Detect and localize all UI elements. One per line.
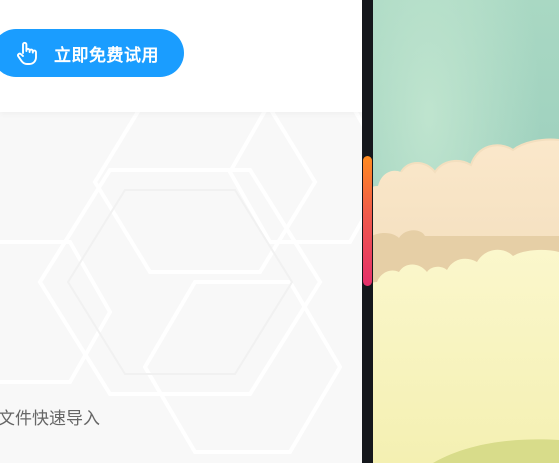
free-trial-button[interactable]: 立即免费试用 [0,29,184,77]
free-trial-label: 立即免费试用 [54,45,159,66]
cloud-illustration [373,0,559,463]
scrollbar-thumb[interactable] [363,156,372,286]
file-import-text: 文件快速导入 [0,409,100,429]
page: 立即免费试用 文件快速导入 [0,0,559,463]
pointing-hand-icon [14,40,40,66]
header-bar: 立即免费试用 [0,0,362,112]
left-panel: 立即免费试用 文件快速导入 [0,0,362,463]
